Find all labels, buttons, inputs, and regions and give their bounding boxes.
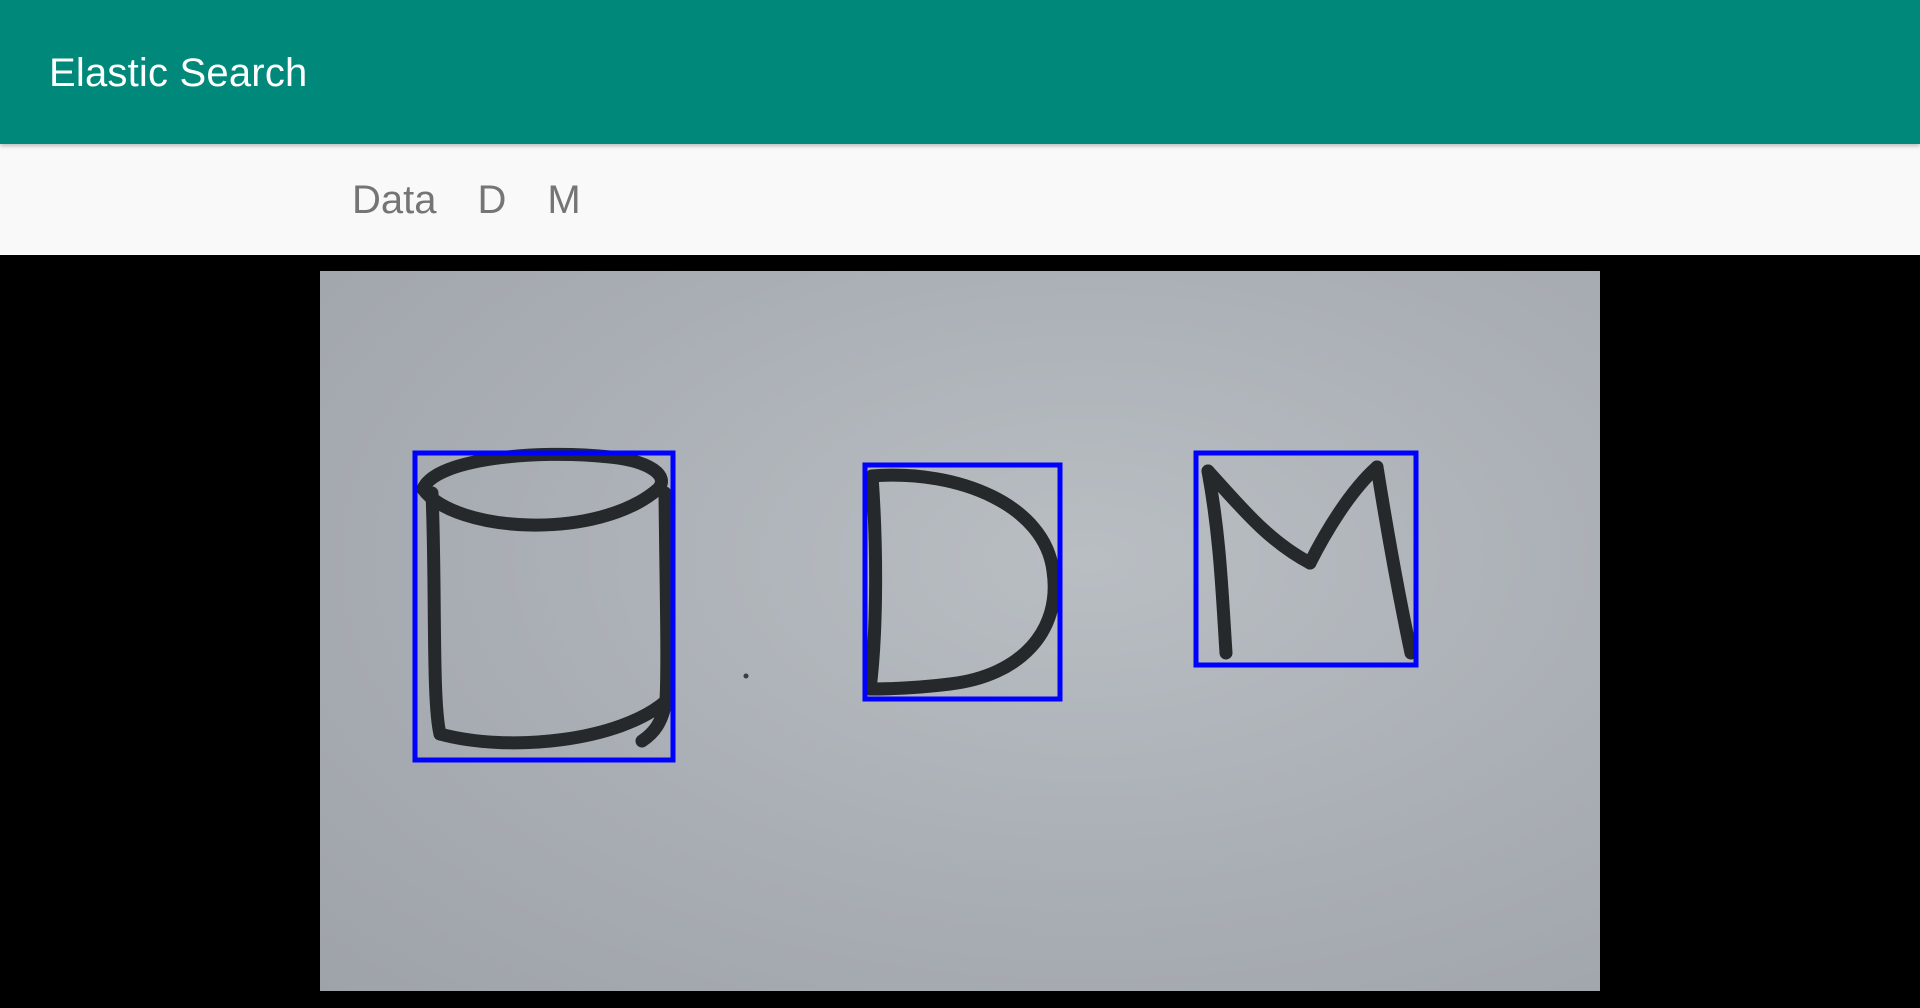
detected-labels-strip: Data D M — [0, 144, 1920, 255]
label-data[interactable]: Data — [352, 175, 437, 225]
speck — [743, 673, 749, 679]
detection-box-d — [862, 462, 1063, 702]
app-title: Elastic Search — [49, 51, 308, 95]
label-m[interactable]: M — [547, 175, 580, 225]
letter-m-sketch — [1201, 460, 1418, 660]
cylinder-sketch — [416, 447, 674, 750]
label-d[interactable]: D — [478, 175, 507, 225]
camera-sketch — [412, 447, 1419, 763]
app-bar: Elastic Search — [0, 0, 1920, 144]
camera-viewport — [0, 255, 1920, 1008]
letter-d-sketch — [863, 468, 1061, 696]
camera-image[interactable] — [320, 271, 1600, 991]
